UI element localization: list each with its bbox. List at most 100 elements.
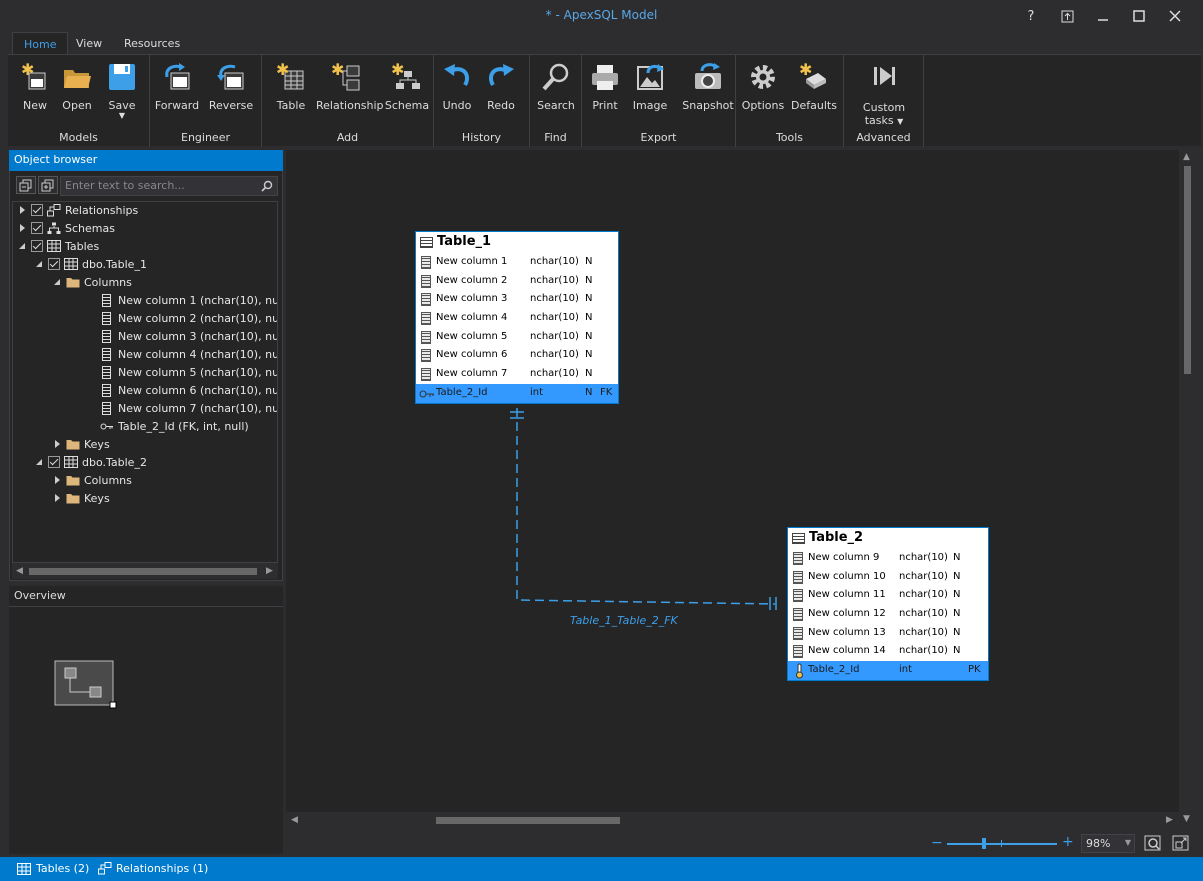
vertical-scroll-thumb[interactable] [1184, 166, 1191, 374]
scroll-up-icon[interactable]: ▲ [1183, 152, 1190, 162]
restore-ribbon-button[interactable] [1050, 4, 1084, 28]
scroll-down-icon[interactable]: ▼ [1183, 814, 1190, 824]
minimize-button[interactable] [1086, 4, 1120, 28]
snapshot-button[interactable]: Snapshot [677, 59, 739, 125]
collapse-arrow-icon[interactable] [36, 261, 42, 267]
entity-column-row[interactable]: New column 5 nchar(10) N [416, 327, 618, 347]
entity-column-row[interactable]: New column 14 nchar(10) N [788, 642, 988, 662]
tree-item[interactable]: Table_2_Id (FK, int, null) [13, 418, 277, 436]
scroll-left-icon[interactable]: ◀ [16, 566, 23, 576]
reverse-button[interactable]: Reverse [204, 59, 258, 125]
entity-column-row[interactable]: Table_2_Id int N FK [416, 383, 618, 403]
tree-item[interactable]: Keys [13, 436, 277, 454]
entity-column-row[interactable]: New column 10 nchar(10) N [788, 567, 988, 587]
tree-item[interactable]: Columns [13, 274, 277, 292]
search-icon [261, 180, 273, 192]
zoom-fit-button[interactable] [1144, 835, 1162, 852]
zoom-in-button[interactable]: + [1062, 834, 1074, 850]
scroll-left-icon[interactable]: ◀ [291, 815, 298, 825]
tree-item[interactable]: New column 4 (nchar(10), null) [13, 346, 277, 364]
tree-item[interactable]: Tables [13, 238, 277, 256]
collapse-arrow-icon[interactable] [19, 243, 25, 249]
tree-item[interactable]: dbo.Table_1 [13, 256, 277, 274]
overview-panel[interactable] [9, 607, 283, 854]
search-button[interactable]: Search [529, 59, 583, 125]
tab-home[interactable]: Home [12, 32, 69, 55]
image-button[interactable]: Image [623, 59, 677, 125]
expand-arrow-icon[interactable] [55, 494, 60, 502]
entity-column-row[interactable]: New column 2 nchar(10) N [416, 271, 618, 291]
zoom-level-select[interactable]: 98% ▼ [1081, 834, 1135, 853]
diagram-canvas[interactable]: Table_1_Table_2_FK Table_1 New column 1 nc… [286, 150, 1179, 812]
tree-checkbox[interactable] [31, 240, 43, 252]
expand-all-button[interactable] [38, 176, 58, 194]
horizontal-scroll-thumb[interactable] [436, 817, 620, 824]
expand-arrow-icon[interactable] [55, 440, 60, 448]
collapse-arrow-icon[interactable] [54, 279, 60, 285]
tree-item[interactable]: dbo.Table_2 [13, 454, 277, 472]
tree-checkbox[interactable] [31, 222, 43, 234]
tree-horizontal-scrollbar[interactable]: ◀ ▶ [12, 563, 278, 579]
tree-item[interactable]: New column 2 (nchar(10), null) [13, 310, 277, 328]
tree-item[interactable]: New column 7 (nchar(10), null) [13, 400, 277, 418]
add-relationship-button[interactable]: ✱ Relationship [316, 59, 384, 125]
expand-arrow-icon[interactable] [20, 224, 25, 232]
entity-column-row[interactable]: Table_2_Id int PK [788, 661, 988, 680]
entity-column-row[interactable]: New column 9 nchar(10) N [788, 549, 988, 568]
close-button[interactable] [1158, 4, 1192, 28]
canvas-horizontal-scrollbar[interactable]: ◀ ▶ [286, 812, 1179, 828]
tab-resources[interactable]: Resources [113, 32, 191, 55]
scroll-thumb[interactable] [29, 568, 257, 575]
entity-column-row[interactable]: New column 3 nchar(10) N [416, 290, 618, 310]
expand-arrow-icon[interactable] [20, 206, 25, 214]
custom-tasks-button[interactable]: Custom tasks ▼ [855, 59, 913, 127]
scroll-right-icon[interactable]: ▶ [266, 566, 273, 576]
entity-column-row[interactable]: New column 4 nchar(10) N [416, 309, 618, 328]
zoom-out-button[interactable]: − [931, 835, 943, 851]
options-button[interactable]: Options [736, 59, 790, 125]
tab-view[interactable]: View [65, 32, 113, 55]
entity-table-2[interactable]: Table_2 New column 9 nchar(10) N New column … [787, 527, 989, 681]
overview-minimap[interactable] [9, 607, 283, 854]
defaults-button[interactable]: ✱ Defaults [786, 59, 842, 125]
tree-item[interactable]: New column 6 (nchar(10), null) [13, 382, 277, 400]
canvas-vertical-scrollbar[interactable]: ▲ ▼ [1179, 150, 1195, 828]
status-relationships[interactable]: Relationships (1) [116, 862, 208, 875]
add-table-button[interactable]: ✱ Table [264, 59, 318, 125]
zoom-slider-thumb[interactable] [982, 838, 986, 849]
help-button[interactable]: ? [1014, 4, 1048, 28]
tree-item[interactable]: New column 5 (nchar(10), null) [13, 364, 277, 382]
tree-item[interactable]: Schemas [13, 220, 277, 238]
zoom-slider-track[interactable] [947, 843, 1057, 845]
collapse-all-button[interactable] [16, 176, 36, 194]
save-button[interactable]: Save ▼ [95, 59, 149, 125]
search-input[interactable]: Enter text to search... [60, 176, 278, 196]
forward-button[interactable]: Forward [150, 59, 204, 125]
tree-item[interactable]: New column 1 (nchar(10), null) [13, 292, 277, 310]
tree-item[interactable]: New column 3 (nchar(10), null) [13, 328, 277, 346]
entity-column-row[interactable]: New column 6 nchar(10) N [416, 346, 618, 366]
maximize-button[interactable] [1122, 4, 1156, 28]
collapse-arrow-icon[interactable] [36, 459, 42, 465]
entity-table-1[interactable]: Table_1 New column 1 nchar(10) N New column … [415, 231, 619, 404]
add-schema-button[interactable]: ✱ Schema [380, 59, 434, 125]
entity-column-row[interactable]: New column 13 nchar(10) N [788, 623, 988, 643]
tree-checkbox[interactable] [48, 258, 60, 270]
expand-arrow-icon[interactable] [55, 476, 60, 484]
relationship-label[interactable]: Table_1_Table_2_FK [570, 614, 678, 627]
entity-column-row[interactable]: New column 12 nchar(10) N [788, 605, 988, 624]
tree-item[interactable]: Columns [13, 472, 277, 490]
redo-button[interactable]: Redo [474, 59, 528, 125]
tree-checkbox[interactable] [31, 204, 43, 216]
entity-column-row[interactable]: New column 1 nchar(10) N [416, 253, 618, 272]
entity-table-header[interactable]: Table_2 [788, 528, 988, 549]
zoom-actual-size-button[interactable] [1172, 835, 1190, 852]
scroll-right-icon[interactable]: ▶ [1166, 815, 1173, 825]
tree-item[interactable]: Relationships [13, 202, 277, 220]
tree-checkbox[interactable] [48, 456, 60, 468]
entity-column-row[interactable]: New column 11 nchar(10) N [788, 586, 988, 606]
tree-item[interactable]: Keys [13, 490, 277, 508]
status-tables[interactable]: Tables (2) [36, 862, 89, 875]
entity-column-row[interactable]: New column 7 nchar(10) N [416, 365, 618, 384]
entity-table-header[interactable]: Table_1 [416, 232, 618, 253]
